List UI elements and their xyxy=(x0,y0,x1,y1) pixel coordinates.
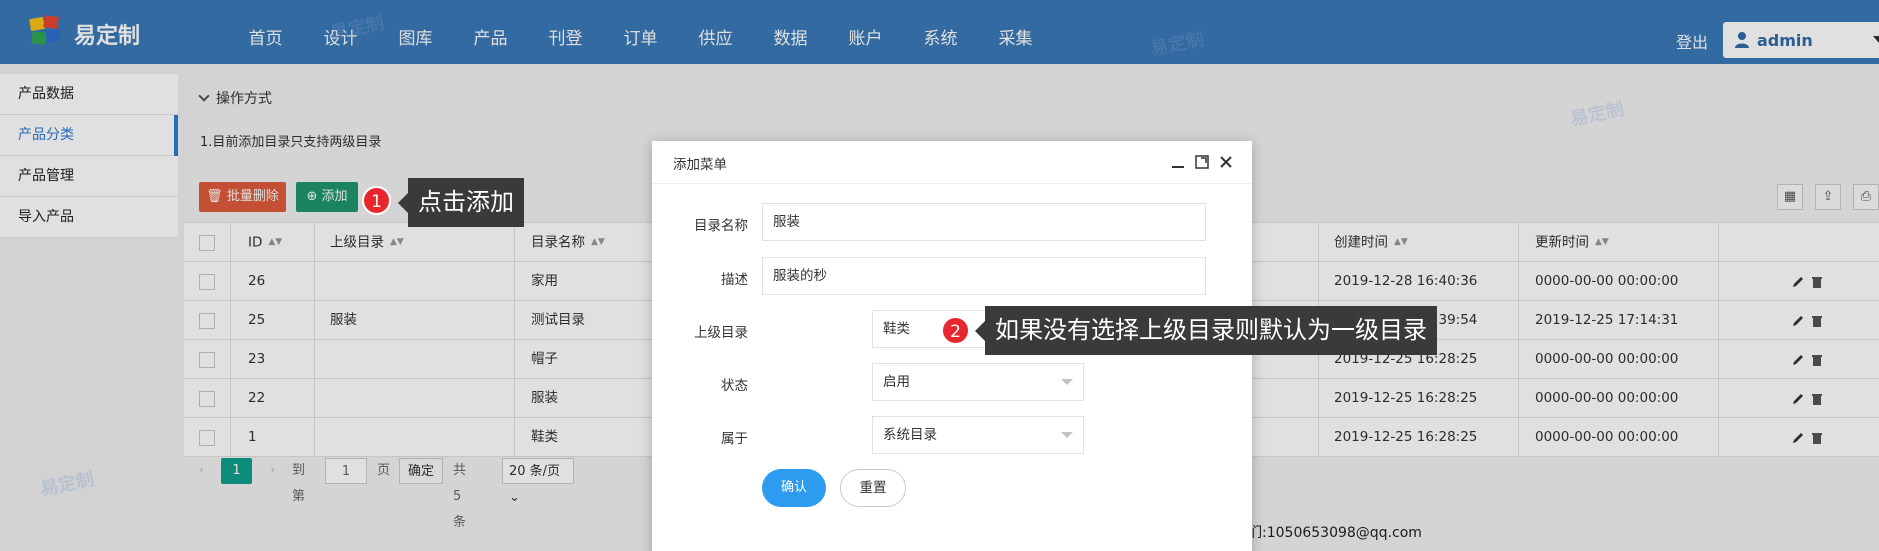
status-label: 状态 xyxy=(721,378,748,394)
chevron-down-icon xyxy=(1061,379,1073,385)
belong-label: 属于 xyxy=(721,431,748,447)
tip-parent-default: 如果没有选择上级目录则默认为一级目录 xyxy=(975,306,1437,355)
desc-field[interactable]: 服装的秒 xyxy=(762,257,1206,295)
confirm-button[interactable]: 确认 xyxy=(762,469,826,507)
close-icon[interactable] xyxy=(1218,154,1234,170)
step-badge-1: 1 xyxy=(362,186,391,215)
chevron-down-icon xyxy=(1061,432,1073,438)
minimize-icon[interactable] xyxy=(1170,154,1186,170)
name-label: 目录名称 xyxy=(694,218,748,234)
reset-button[interactable]: 重置 xyxy=(840,469,906,507)
belong-value: 系统目录 xyxy=(883,427,937,443)
step-badge-2: 2 xyxy=(941,316,970,345)
belong-select[interactable]: 系统目录 xyxy=(872,416,1084,454)
desc-label: 描述 xyxy=(721,272,748,288)
dialog-title: 添加菜单 xyxy=(673,157,727,173)
maximize-icon[interactable] xyxy=(1194,154,1210,170)
status-value: 启用 xyxy=(883,374,910,390)
name-field[interactable]: 服装 xyxy=(762,203,1206,241)
status-select[interactable]: 启用 xyxy=(872,363,1084,401)
dialog-header: 添加菜单 xyxy=(652,141,1252,184)
parent-value: 鞋类 xyxy=(883,321,910,337)
tip-click-add: 点击添加 xyxy=(398,178,524,227)
parent-label: 上级目录 xyxy=(694,325,748,341)
